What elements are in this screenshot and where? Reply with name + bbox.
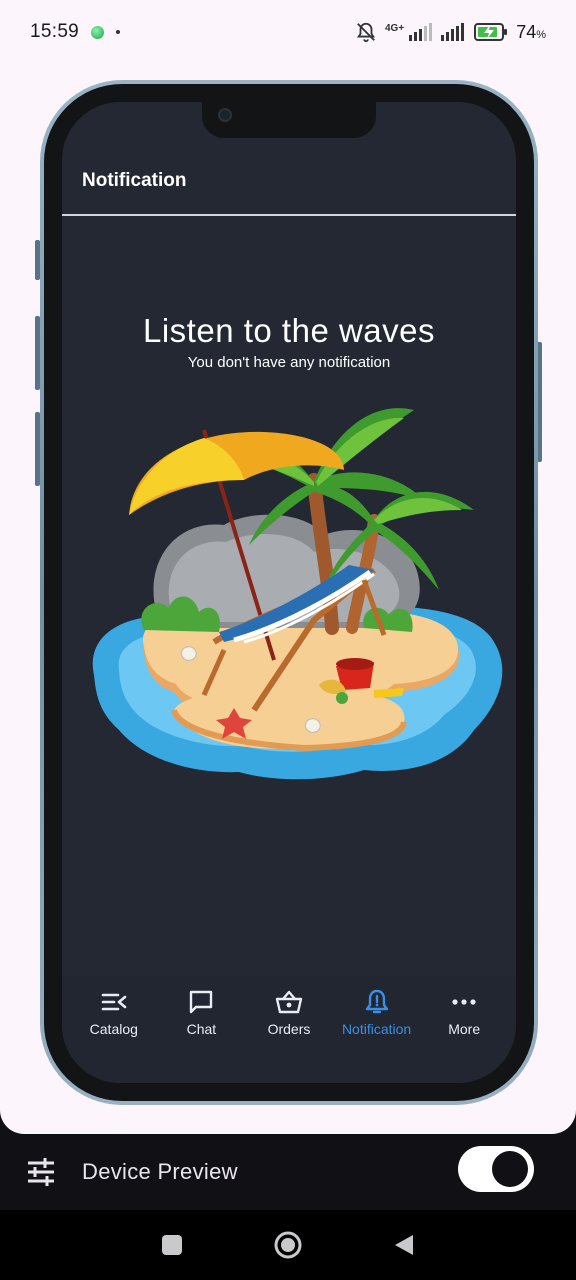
phone-notch — [202, 102, 376, 138]
status-time: 15:59 — [30, 21, 80, 42]
empty-state-title: Listen to the waves — [143, 312, 435, 349]
nav-chat[interactable]: Chat — [158, 976, 246, 1083]
bell-alert-icon — [363, 988, 391, 1016]
camera-icon — [218, 108, 232, 122]
recording-indicator-icon — [91, 25, 105, 39]
catalog-icon — [100, 988, 128, 1016]
battery-charging-icon — [474, 23, 508, 41]
battery-percent-sign: % — [536, 28, 546, 41]
signal-strength-icon — [409, 23, 433, 41]
more-horizontal-icon — [450, 988, 478, 1016]
back-triangle-icon — [395, 1235, 413, 1255]
nav-orders[interactable]: Orders — [245, 976, 333, 1083]
phone-bezel: Notification Listen to the waves You don… — [44, 84, 534, 1101]
device-preview-label: Device Preview — [82, 1159, 238, 1184]
bell-muted-icon — [356, 22, 376, 43]
basket-icon — [275, 988, 303, 1016]
nav-catalog[interactable]: Catalog — [70, 976, 158, 1083]
home-icon — [274, 1231, 302, 1259]
nav-notification[interactable]: Notification — [333, 976, 421, 1083]
nav-more[interactable]: More — [420, 976, 508, 1083]
home-button[interactable] — [273, 1230, 303, 1260]
device-preview-toolbar: Device Preview — [0, 1134, 576, 1210]
signal-strength-icon-2 — [441, 23, 465, 41]
nav-label-catalog: Catalog — [89, 1021, 138, 1037]
nav-label-chat: Chat — [186, 1021, 217, 1037]
notification-dot-icon — [116, 30, 121, 34]
page-title: Notification — [82, 170, 187, 191]
recents-icon — [162, 1235, 182, 1255]
recents-button[interactable] — [157, 1230, 187, 1260]
app-screen: Notification Listen to the waves You don… — [62, 102, 516, 1083]
bottom-navigation: Catalog Chat Orders Notification More — [62, 976, 516, 1083]
system-navigation-bar — [0, 1210, 576, 1280]
nav-label-more: More — [448, 1021, 481, 1037]
chat-icon — [187, 988, 215, 1016]
beach-island-illustration — [92, 408, 503, 780]
network-type-label: 4G+ — [385, 23, 405, 34]
empty-state-subtitle: You don't have any notification — [187, 354, 391, 371]
battery-percent: 74 — [516, 21, 537, 42]
back-button[interactable] — [389, 1230, 419, 1260]
status-bar: 15:59 4G+ 74% — [0, 0, 576, 64]
nav-label-notification: Notification — [341, 1021, 412, 1037]
nav-label-orders: Orders — [267, 1021, 311, 1037]
phone-frame: Notification Listen to the waves You don… — [40, 80, 538, 1105]
device-preview-toggle[interactable] — [458, 1146, 534, 1192]
sliders-icon[interactable] — [26, 1158, 56, 1186]
toggle-knob — [492, 1151, 528, 1187]
